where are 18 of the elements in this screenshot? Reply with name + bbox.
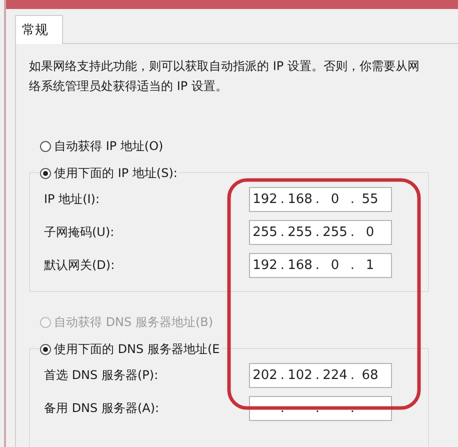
ip-address-field[interactable]: 192 . 168 . 0 . 55 [249,187,392,212]
description-text: 如果网络支持此功能，则可以获取自动指派的 IP 设置。否则，你需要从网 络系统管理员处获得适当的 IP 设置。 [29,58,420,95]
radio-button[interactable] [40,344,51,354]
radio-button[interactable] [40,168,51,178]
field-label: 默认网关(D): [44,257,116,274]
radio-label: 自动获得 IP 地址(O) [54,138,164,154]
field-label: 备用 DNS 服务器(A): [44,400,160,417]
radio-button[interactable] [40,140,51,152]
ip-address-field[interactable]: 255 . 255 . 255 . 0 [249,220,392,245]
ip-address-field[interactable]: 202 . 102 . 224 . 68 [249,363,392,388]
radio-label: 自动获得 DNS 服务器地址(B) [54,314,214,330]
field-label: IP 地址(I): [44,191,101,208]
ip-address-field[interactable]: 192 . 168 . 0 . 1 [249,253,392,278]
tab[interactable]: 常规 [15,15,63,44]
field-label: 首选 DNS 服务器(P): [44,367,160,384]
radio-label: 使用下面的 DNS 服务器地址(E [54,340,220,358]
radio-label: 使用下面的 IP 地址(S): [54,164,178,182]
field-label: 子网掩码(U): [44,224,116,241]
